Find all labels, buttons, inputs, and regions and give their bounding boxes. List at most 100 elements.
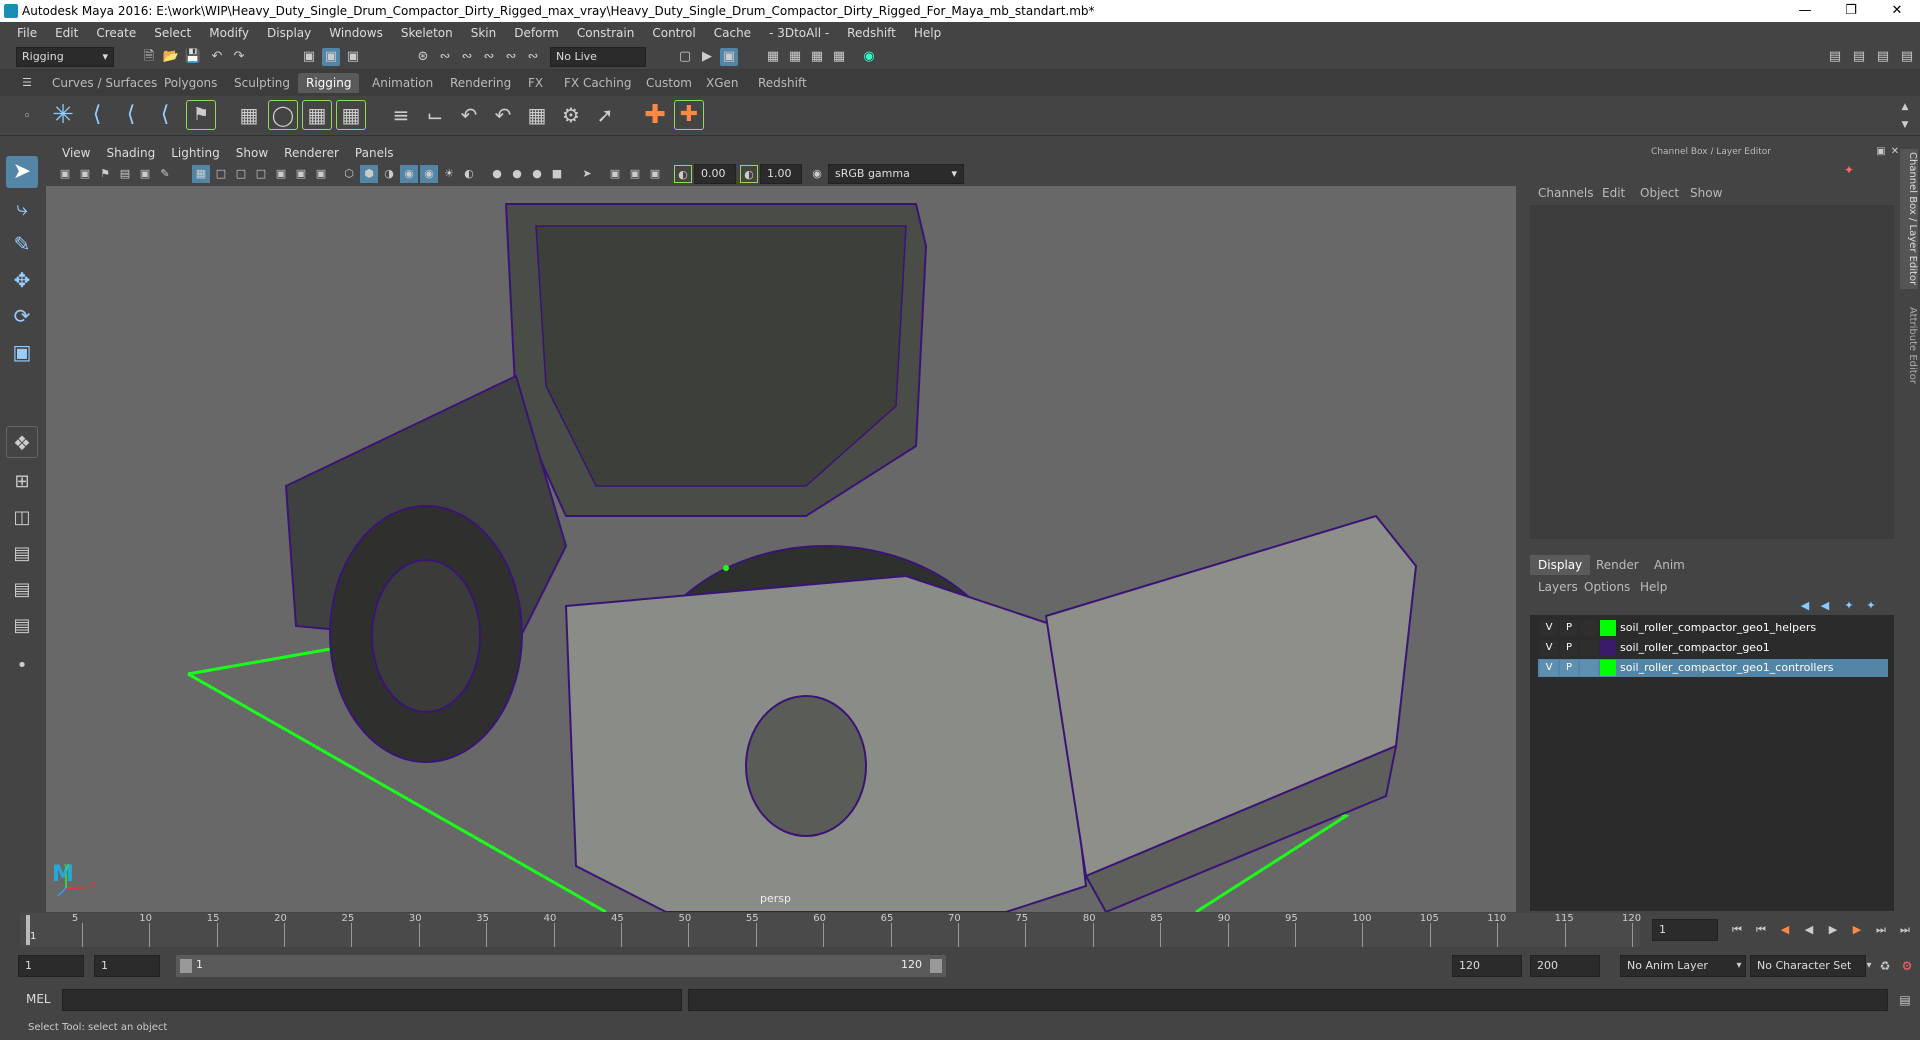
grease-pencil-icon[interactable]: ✎ (156, 165, 174, 183)
menu-constrain[interactable]: Constrain (568, 26, 644, 40)
light-editor-icon[interactable]: ▦ (830, 48, 848, 66)
tab-rendering[interactable]: Rendering (442, 73, 519, 93)
menu-help[interactable]: Help (905, 26, 950, 40)
lattice-icon[interactable]: ▦ (302, 100, 332, 130)
workspace-icon[interactable]: ▤ (1826, 48, 1844, 66)
color-management-icon[interactable]: ◉ (808, 165, 826, 183)
layer-display-type[interactable] (1580, 660, 1598, 676)
image-plane-icon[interactable]: ▤ (116, 165, 134, 183)
menu-skin[interactable]: Skin (462, 26, 506, 40)
hypershade-layout-icon[interactable]: ▤ (6, 610, 38, 642)
tab-anim[interactable]: Anim (1646, 555, 1693, 575)
layer-row[interactable]: V P soil_roller_compactor_geo1_helpers (1538, 619, 1888, 637)
script-editor-icon[interactable]: ▤ (1896, 991, 1914, 1009)
snap-point-icon[interactable]: ∾ (458, 48, 476, 66)
grid-toggle-icon[interactable]: ▦ (192, 165, 210, 183)
paint-weights-icon[interactable]: ≡ (386, 100, 416, 130)
le-menu-options[interactable]: Options (1576, 577, 1638, 597)
go-to-start-icon[interactable]: ⏮ (1728, 921, 1746, 939)
layer-color-swatch[interactable] (1600, 660, 1616, 676)
render-view-icon[interactable]: ▢ (676, 48, 694, 66)
snap-grid-icon[interactable]: ⊛ (414, 48, 432, 66)
bind-skin-icon[interactable]: ▦ (234, 100, 264, 130)
tab-curves-surfaces[interactable]: Curves / Surfaces (44, 73, 165, 93)
vp-menu-renderer[interactable]: Renderer (276, 146, 347, 160)
current-frame-field[interactable]: 1 (1652, 919, 1718, 941)
lasso-tool-icon[interactable]: ⤷ (6, 192, 38, 224)
gamma-icon[interactable]: ◐ (740, 165, 758, 183)
layer-visibility-toggle[interactable]: V (1540, 640, 1558, 656)
step-forward-frame-icon[interactable]: ▶ (1848, 921, 1866, 939)
menu-select[interactable]: Select (145, 26, 200, 40)
xray-icon[interactable]: ▣ (606, 165, 624, 183)
vp-menu-view[interactable]: View (54, 146, 98, 160)
vp-menu-panels[interactable]: Panels (347, 146, 402, 160)
aim-constraint-icon[interactable]: ➚ (590, 100, 620, 130)
select-component-icon[interactable]: ▣ (344, 48, 362, 66)
depth-of-field-icon[interactable]: ■ (548, 165, 566, 183)
move-layer-up-icon[interactable]: ◀ (1796, 597, 1814, 615)
manipulator-icon[interactable]: ✦ (1840, 161, 1858, 179)
film-gate-icon[interactable]: □ (212, 165, 230, 183)
shelf-menu-icon[interactable]: ☰ (18, 74, 36, 92)
new-layer-icon[interactable]: ✦ (1840, 597, 1858, 615)
ambient-occlusion-icon[interactable]: ● (488, 165, 506, 183)
insert-joint-icon[interactable]: ⟨ (150, 100, 180, 130)
bookmark-icon[interactable]: ⚑ (96, 165, 114, 183)
menu-redshift[interactable]: Redshift (838, 26, 905, 40)
outliner-layout-icon[interactable]: ◫ (6, 502, 38, 534)
redshift-icon[interactable]: ◉ (860, 48, 878, 66)
close-button[interactable]: ✕ (1874, 0, 1920, 22)
command-input[interactable] (62, 989, 682, 1011)
four-view-layout-icon[interactable]: ⊞ (6, 466, 38, 498)
menu-control[interactable]: Control (643, 26, 704, 40)
menu-file[interactable]: File (8, 26, 46, 40)
textured-icon[interactable]: ◑ (380, 165, 398, 183)
layer-row[interactable]: V P soil_roller_compactor_geo1 (1538, 639, 1888, 657)
joint-tool-icon[interactable]: ✳ (48, 100, 78, 130)
ik-spline-icon[interactable]: ⟨ (116, 100, 146, 130)
character-set-dropdown[interactable]: No Character Set (1750, 955, 1866, 977)
cb-menu-show[interactable]: Show (1682, 183, 1730, 203)
layer-playback-toggle[interactable]: P (1560, 660, 1578, 676)
pole-vector-icon[interactable]: ✚ (674, 100, 704, 130)
snap-curve-icon[interactable]: ∾ (436, 48, 454, 66)
2d-pan-zoom-icon[interactable]: ▣ (136, 165, 154, 183)
animation-preferences-icon[interactable]: ⚙ (1898, 957, 1916, 975)
parent-constraint-icon[interactable]: ▦ (522, 100, 552, 130)
shelf-options-icon[interactable]: ◦ (18, 108, 36, 126)
collapse-layouts-icon[interactable]: • (6, 650, 38, 682)
live-surface-field[interactable]: No Live Surface (550, 47, 646, 81)
locator-icon[interactable]: ✚ (640, 100, 670, 130)
lights-icon[interactable]: ☀ (440, 165, 458, 183)
play-backward-icon[interactable]: ◀ (1800, 921, 1818, 939)
channel-list[interactable] (1530, 205, 1894, 539)
layer-color-swatch[interactable] (1600, 640, 1616, 656)
layer-display-type[interactable] (1580, 640, 1598, 656)
safe-title-icon[interactable]: ▣ (312, 165, 330, 183)
select-object-icon[interactable]: ▣ (322, 48, 340, 66)
gate-mask-icon[interactable]: □ (252, 165, 270, 183)
xray-joints-icon[interactable]: ▣ (626, 165, 644, 183)
menu-edit[interactable]: Edit (46, 26, 87, 40)
shadows-icon[interactable]: ◐ (460, 165, 478, 183)
tab-fx-caching[interactable]: FX Caching (556, 73, 639, 93)
vp-menu-show[interactable]: Show (228, 146, 276, 160)
modeling-toolkit-icon[interactable]: ▤ (1850, 48, 1868, 66)
undo-icon[interactable]: ↶ (208, 48, 226, 66)
menu-3dtoall[interactable]: - 3DtoAll - (760, 26, 838, 40)
layer-visibility-toggle[interactable]: V (1540, 620, 1558, 636)
animation-end-field[interactable]: 200 (1530, 955, 1600, 977)
menu-create[interactable]: Create (87, 26, 145, 40)
move-tool-icon[interactable]: ✥ (6, 264, 38, 296)
time-slider[interactable]: 1 5 10 15 20 25 30 35 40 45 50 55 60 65 70 75 80 85 90 95 1… (0, 913, 1920, 947)
timeline-track[interactable]: 1 5 10 15 20 25 30 35 40 45 50 55 60 65 70 75 80 85 90 95 1… (20, 913, 1641, 947)
menu-deform[interactable]: Deform (505, 26, 568, 40)
menu-display[interactable]: Display (258, 26, 320, 40)
new-scene-icon[interactable]: 🗎 (140, 48, 158, 66)
tab-attribute-editor[interactable]: Attribute Editor (1900, 295, 1918, 395)
go-to-end-icon[interactable]: ⏭ (1896, 921, 1914, 939)
chevron-down-icon[interactable]: ▾ (1730, 957, 1748, 975)
restore-button[interactable]: ❐ (1828, 0, 1874, 22)
layer-row-selected[interactable]: V P soil_roller_compactor_geo1_controlle… (1538, 659, 1888, 677)
